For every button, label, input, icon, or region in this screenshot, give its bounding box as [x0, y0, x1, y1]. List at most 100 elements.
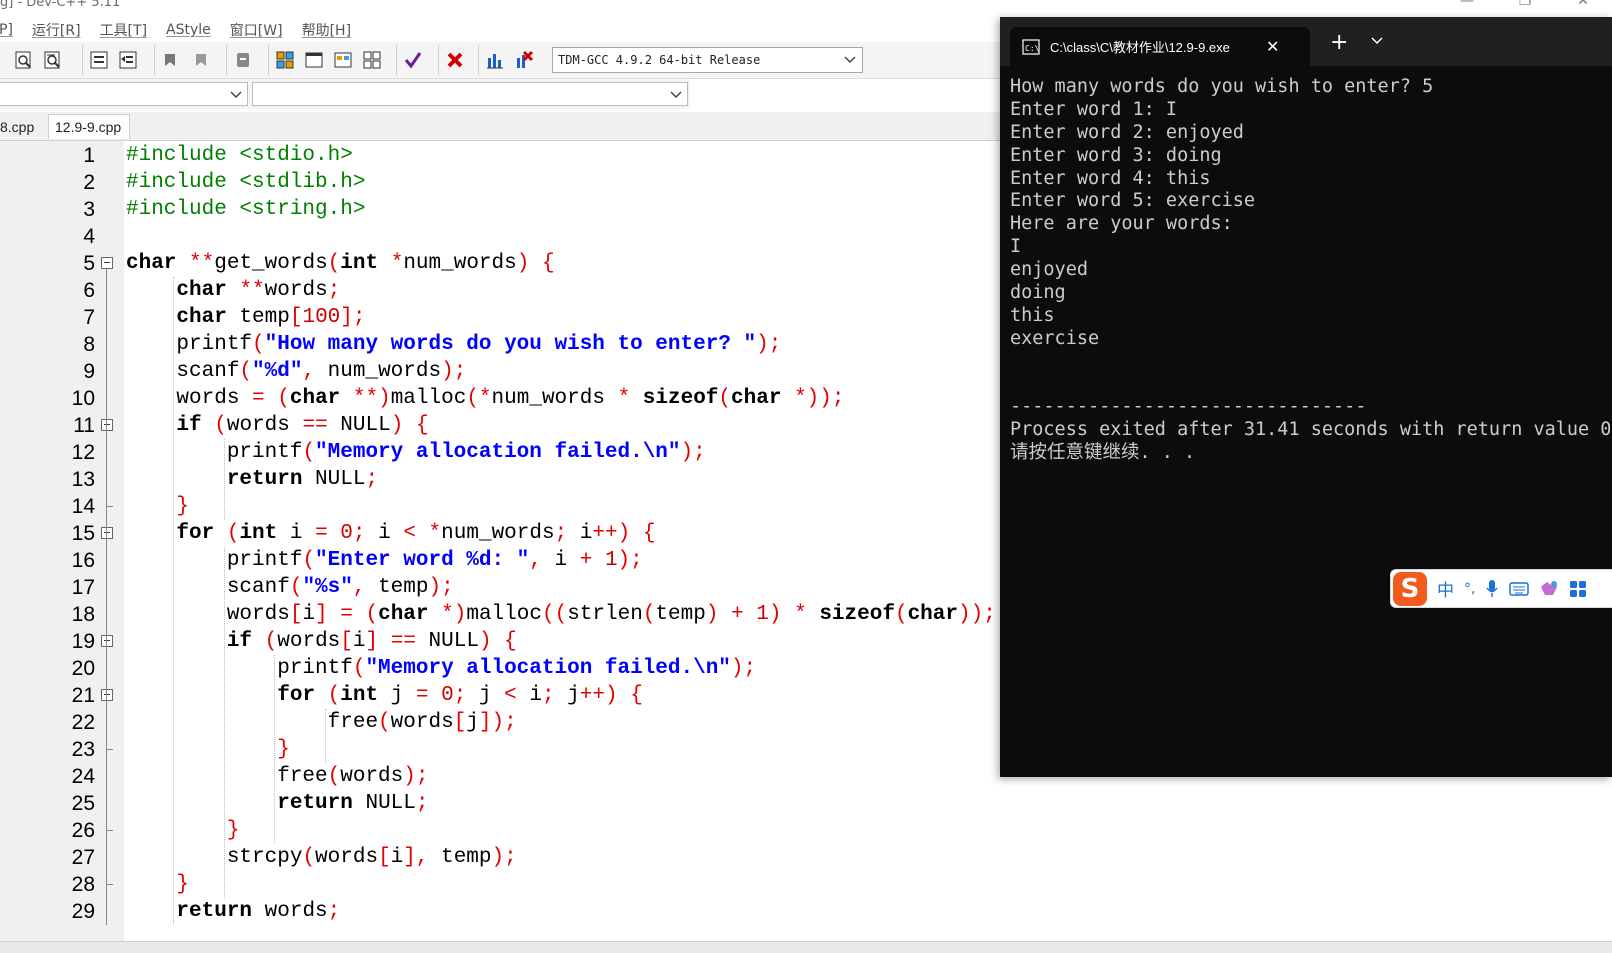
compiler-select[interactable]: TDM-GCC 4.9.2 64-bit Release	[552, 47, 863, 73]
code-token: #include <stdio.h>	[126, 143, 353, 167]
class-browser-icon[interactable]	[360, 48, 384, 72]
code-token: NULL	[327, 413, 391, 437]
code-line[interactable]: 27 strcpy(words[i], temp);	[0, 844, 1000, 871]
terminal-icon: C:\	[1022, 38, 1040, 55]
code-token: NULL	[352, 791, 416, 815]
code-token: (	[289, 575, 303, 599]
fold-toggle-icon[interactable]	[101, 256, 113, 269]
console-tab[interactable]: C:\ C:\class\C\教材作业\12.9-9.exe ✕	[1010, 27, 1310, 66]
code-token: }	[176, 494, 190, 518]
close-tab-icon[interactable]: ✕	[1266, 37, 1279, 56]
code-line[interactable]: 23 }	[0, 736, 1000, 763]
unindent-icon[interactable]	[116, 48, 140, 72]
code-line[interactable]: 10 words = (char **)malloc(*num_words * …	[0, 385, 1000, 412]
code-token: );	[491, 845, 517, 869]
code-line[interactable]: 1 #include <stdio.h>	[0, 142, 1000, 169]
fold-toggle-icon[interactable]	[101, 418, 113, 431]
menu-item-window[interactable]: 窗口[W]	[230, 20, 283, 40]
console-window[interactable]: C:\ C:\class\C\教材作业\12.9-9.exe ✕ + How m…	[1000, 17, 1612, 777]
code-editor[interactable]: 1 #include <stdio.h> 2 #include <stdlib.h> 3…	[0, 141, 1000, 941]
code-line[interactable]: 13 return NULL;	[0, 466, 1000, 493]
stop-execution-icon[interactable]	[443, 48, 467, 72]
delete-profile-icon[interactable]	[512, 48, 536, 72]
menu-item-project[interactable]: P]	[0, 22, 13, 38]
code-line[interactable]: 14 }	[0, 493, 1000, 520]
code-line[interactable]: 20 printf("Memory allocation failed.\n")…	[0, 655, 1000, 682]
find-icon[interactable]	[12, 48, 36, 72]
toggle-bookmark-icon[interactable]	[159, 48, 183, 72]
code-token: num_words	[441, 521, 555, 545]
code-line[interactable]: 9 scanf("%d", num_words);	[0, 358, 1000, 385]
indent-icon[interactable]	[87, 48, 111, 72]
class-select[interactable]	[0, 82, 248, 106]
ime-toolbar[interactable]: S 中 °,	[1390, 569, 1612, 608]
horizontal-scrollbar[interactable]	[0, 941, 1612, 953]
member-select[interactable]	[252, 82, 688, 106]
menu-item-astyle[interactable]: AStyle	[166, 22, 211, 38]
skin-icon[interactable]	[1539, 579, 1559, 599]
menu-item-tools[interactable]: 工具[T]	[100, 20, 147, 40]
goto-line-icon[interactable]	[231, 48, 255, 72]
code-line[interactable]: 19 if (words[i] == NULL) {	[0, 628, 1000, 655]
code-token: words	[252, 899, 328, 923]
code-token: (	[302, 845, 316, 869]
code-line[interactable]: 21 for (int j = 0; j < i; j++) {	[0, 682, 1000, 709]
menu-item-help[interactable]: 帮助[H]	[302, 20, 351, 40]
code-line[interactable]: 4	[0, 223, 1000, 250]
menu-item-run[interactable]: 运行[R]	[32, 20, 81, 40]
code-line[interactable]: 16 printf("Enter word %d: ", i + 1);	[0, 547, 1000, 574]
toolbars-icon[interactable]	[331, 48, 355, 72]
tab-file-8[interactable]: 8.cpp	[0, 114, 48, 139]
sogou-logo-icon[interactable]: S	[1393, 571, 1427, 606]
code-token: +	[731, 602, 744, 626]
code-line[interactable]: 8 printf("How many words do you wish to …	[0, 331, 1000, 358]
code-line[interactable]: 26 }	[0, 817, 1000, 844]
code-line[interactable]: 29 return words;	[0, 898, 1000, 925]
minimize-icon[interactable]: —	[1438, 0, 1496, 10]
code-line[interactable]: 15 for (int i = 0; i < *num_words; i++) …	[0, 520, 1000, 547]
profile-analysis-icon[interactable]	[483, 48, 507, 72]
fullscreen-icon[interactable]	[302, 48, 326, 72]
code-line[interactable]: 11 if (words == NULL) {	[0, 412, 1000, 439]
code-token: char	[176, 305, 227, 329]
replace-icon[interactable]	[41, 48, 65, 72]
microphone-icon[interactable]	[1485, 579, 1499, 599]
project-view-icon[interactable]	[273, 48, 297, 72]
code-line[interactable]: 3 #include <string.h>	[0, 196, 1000, 223]
code-line[interactable]: 7 char temp[100];	[0, 304, 1000, 331]
code-token: {	[642, 521, 656, 545]
toolbox-grid-icon[interactable]	[1569, 580, 1587, 598]
code-line[interactable]: 22 free(words[j]);	[0, 709, 1000, 736]
keyboard-icon[interactable]	[1509, 581, 1530, 597]
code-line[interactable]: 5 char **get_words(int *num_words) {	[0, 250, 1000, 277]
code-line[interactable]: 6 char **words;	[0, 277, 1000, 304]
goto-bookmark-icon[interactable]	[188, 48, 212, 72]
ime-mode-toggle[interactable]: 中	[1437, 576, 1454, 601]
fold-toggle-icon[interactable]	[101, 688, 113, 701]
console-tab-title: C:\class\C\教材作业\12.9-9.exe	[1050, 40, 1230, 55]
code-token: (	[327, 251, 341, 275]
close-icon[interactable]: ✕	[1554, 0, 1612, 10]
tab-file-12-9-9[interactable]: 12.9-9.cpp	[48, 114, 130, 139]
chevron-down-icon[interactable]	[1370, 35, 1384, 47]
syntax-check-icon[interactable]	[401, 48, 425, 72]
code-line[interactable]: 12 printf("Memory allocation failed.\n")…	[0, 439, 1000, 466]
code-line[interactable]: 18 words[i] = (char *)malloc((strlen(tem…	[0, 601, 1000, 628]
new-tab-icon[interactable]: +	[1330, 30, 1348, 55]
code-line[interactable]: 25 return NULL;	[0, 790, 1000, 817]
code-token: i	[541, 548, 580, 572]
restore-icon[interactable]: ❐	[1496, 0, 1554, 10]
code-line[interactable]: 28 }	[0, 871, 1000, 898]
code-token: ]);	[478, 710, 517, 734]
fold-end-tick	[106, 883, 113, 885]
console-line: I	[1010, 236, 1022, 258]
code-line[interactable]: 2 #include <stdlib.h>	[0, 169, 1000, 196]
fold-toggle-icon[interactable]	[101, 634, 113, 647]
ime-punct-toggle[interactable]: °,	[1464, 581, 1475, 597]
fold-toggle-icon[interactable]	[101, 526, 113, 539]
code-line[interactable]: 17 scanf("%s", temp);	[0, 574, 1000, 601]
code-line[interactable]: 24 free(words);	[0, 763, 1000, 790]
